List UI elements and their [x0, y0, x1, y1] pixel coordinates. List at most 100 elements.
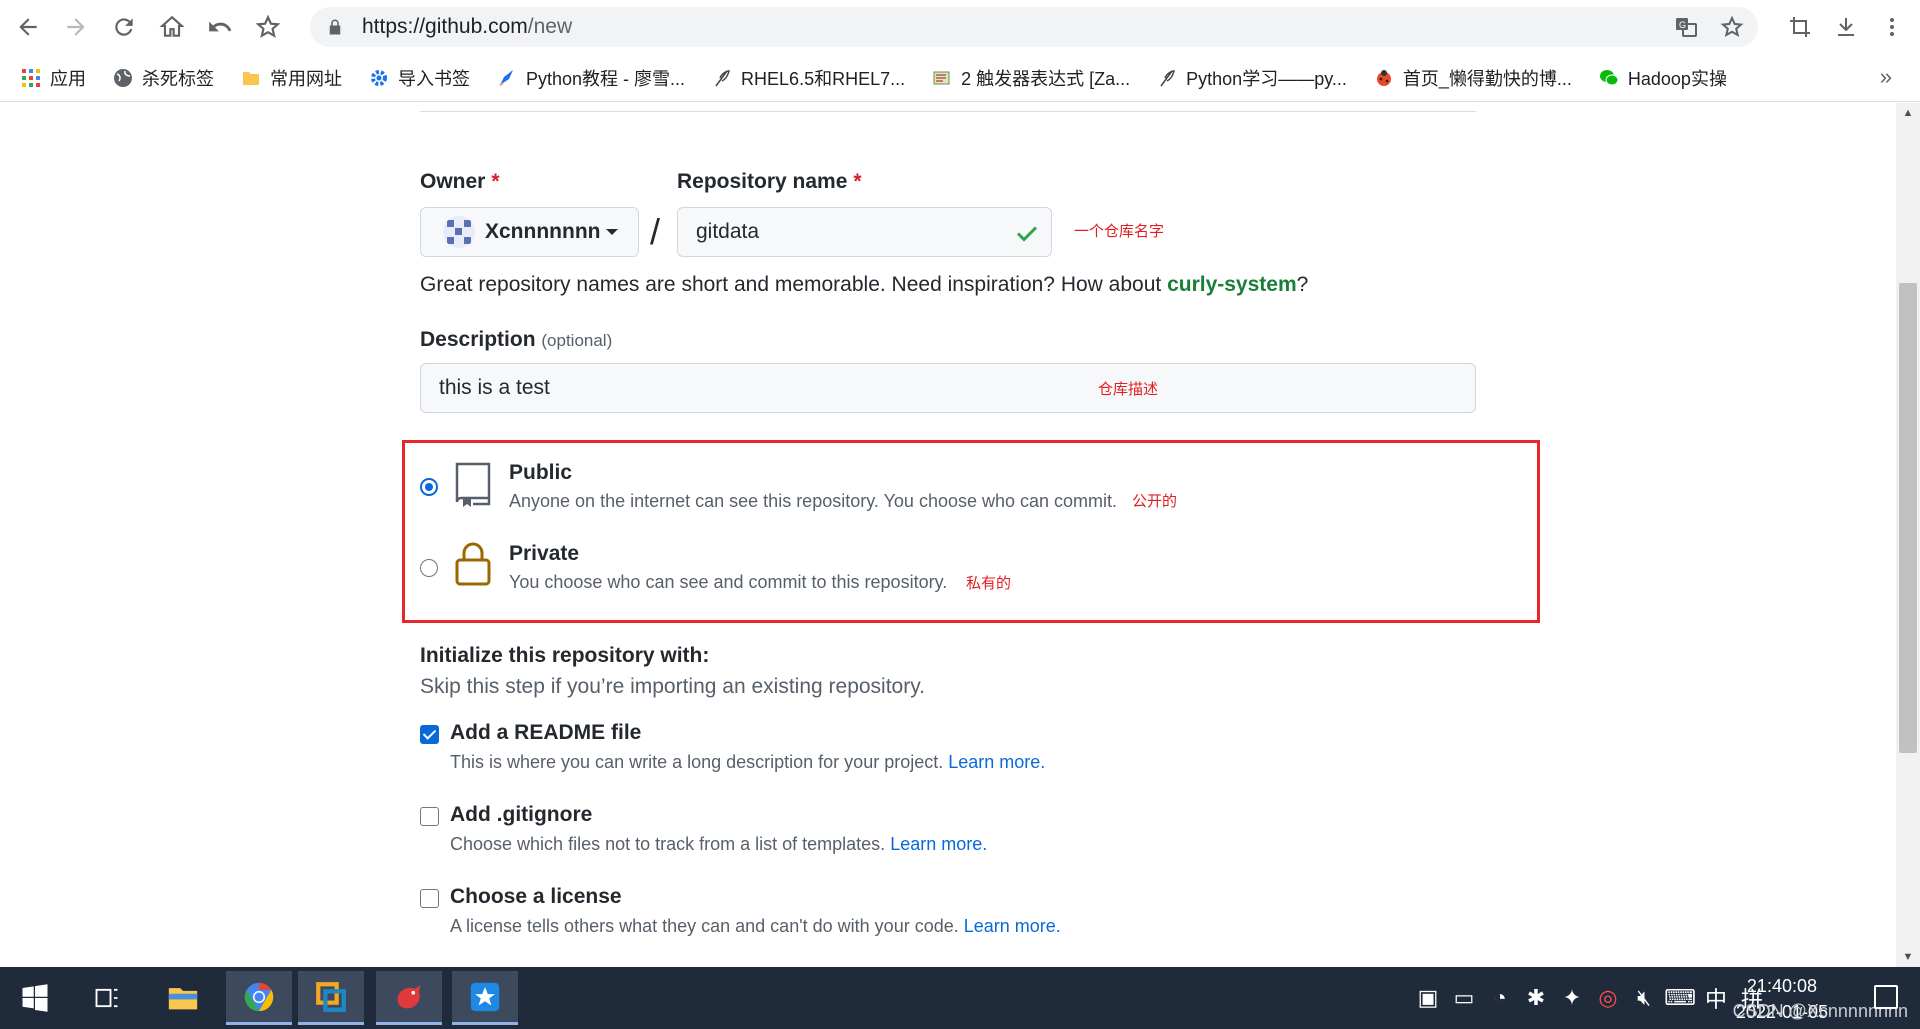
forward-button[interactable]: [56, 7, 96, 47]
annotation-private: 私有的: [966, 575, 1012, 592]
bookmark-label: 杀死标签: [142, 68, 214, 89]
weibo-icon[interactable]: ◎: [1590, 985, 1626, 1011]
bookmark-item[interactable]: 杀死标签: [112, 65, 214, 91]
repository-name-input[interactable]: gitdata: [677, 207, 1052, 257]
private-radio[interactable]: [420, 559, 438, 577]
readme-checkbox[interactable]: [420, 725, 439, 744]
app-taskbar-button[interactable]: [376, 971, 442, 1025]
url-host: https://github.com: [362, 15, 528, 38]
bookmark-label: 2 触发器表达式 [Za...: [961, 68, 1131, 89]
public-radio[interactable]: [420, 478, 438, 496]
repository-name-value: gitdata: [696, 220, 760, 243]
book-icon: [931, 67, 953, 89]
crop-button[interactable]: [1780, 7, 1820, 47]
vmware-taskbar-button[interactable]: [298, 971, 364, 1025]
tray-app-icon[interactable]: ▣: [1410, 985, 1446, 1011]
page-scrollbar[interactable]: ▲ ▼: [1896, 103, 1920, 967]
required-mark: *: [491, 170, 500, 193]
bookmark-label: Python教程 - 廖雪...: [526, 68, 686, 89]
home-icon: [159, 15, 185, 37]
license-label: Choose a license: [450, 885, 622, 908]
initialize-subtitle: Skip this step if you’re importing an ex…: [420, 675, 926, 698]
learn-more-link[interactable]: Learn more.: [948, 752, 1045, 772]
gitignore-checkbox[interactable]: [420, 807, 439, 826]
star-outline-icon: [1720, 15, 1744, 37]
feather-icon: [711, 67, 733, 89]
learn-more-link[interactable]: Learn more.: [964, 916, 1061, 936]
bookmark-folder[interactable]: 常用网址: [240, 65, 342, 91]
translate-icon: G: [1676, 18, 1697, 37]
ime-language-indicator[interactable]: 中: [1698, 982, 1734, 1014]
bookmark-item[interactable]: 首页_懒得勤快的博...: [1373, 65, 1572, 91]
reload-button[interactable]: [104, 7, 144, 47]
feather-icon: [1156, 67, 1178, 89]
menu-button[interactable]: [1872, 7, 1912, 47]
scroll-down-arrow-icon[interactable]: ▼: [1902, 951, 1914, 963]
annotation-repo-name: 一个仓库名字: [1074, 223, 1165, 240]
more-bookmarks-button[interactable]: »: [1880, 64, 1892, 90]
owner-repo-separator: /: [650, 211, 661, 252]
bookmark-item[interactable]: Python学习——py...: [1156, 65, 1347, 91]
undo-button[interactable]: [200, 7, 240, 47]
wifi-icon[interactable]: ◔: [1482, 985, 1518, 1011]
owner-dropdown[interactable]: Xcnnnnnnn: [420, 207, 639, 257]
task-view-button[interactable]: [74, 971, 140, 1025]
back-button[interactable]: [8, 7, 48, 47]
check-icon: [1016, 226, 1038, 242]
scroll-up-arrow-icon[interactable]: ▲: [1902, 107, 1914, 119]
bookmarks-bar: 应用 杀死标签 常用网址 导入书签 Python教程 - 廖雪... RHEL6…: [0, 54, 1920, 102]
clock-time: 21:40:08: [1746, 976, 1817, 996]
bookmark-item[interactable]: 导入书签: [368, 65, 470, 91]
rocket-icon: [496, 67, 518, 89]
bookmark-item[interactable]: RHEL6.5和RHEL7...: [711, 65, 905, 91]
new-repository-page: Owner * Repository name * Xcnnnnnnn / gitd…: [0, 103, 1896, 967]
downloads-button[interactable]: [1826, 7, 1866, 47]
repo-name-hint: Great repository names are short and mem…: [420, 273, 1308, 297]
required-mark: *: [853, 170, 862, 193]
tray-app-icon[interactable]: ✦: [1554, 985, 1590, 1011]
notification-center-icon[interactable]: [1874, 985, 1898, 1009]
keyboard-icon[interactable]: ⌨: [1662, 985, 1698, 1011]
bookmark-item[interactable]: Python教程 - 廖雪...: [496, 65, 685, 91]
chrome-taskbar-button[interactable]: [226, 971, 292, 1025]
translate-button[interactable]: G: [1672, 13, 1700, 41]
hint-end: ?: [1296, 273, 1309, 296]
bookmark-page-button[interactable]: [1718, 13, 1746, 41]
bookmark-star-button[interactable]: [248, 7, 288, 47]
scrollbar-thumb[interactable]: [1899, 283, 1917, 753]
home-button[interactable]: [152, 7, 192, 47]
bookmark-item[interactable]: Hadoop实操: [1598, 65, 1727, 91]
chevron-down-icon: [606, 229, 619, 235]
name-suggestion-link[interactable]: curly-system: [1167, 273, 1297, 296]
crop-icon: [1790, 17, 1810, 37]
gitignore-description: Choose which files not to track from a l…: [450, 834, 987, 855]
optional-hint: (optional): [541, 331, 613, 350]
browser-toolbar: https://github.com/new G: [0, 0, 1920, 54]
description-label: Description (optional): [420, 328, 612, 352]
bookmark-item[interactable]: 应用: [20, 65, 86, 91]
learn-more-link[interactable]: Learn more.: [890, 834, 987, 854]
globe-icon: [112, 67, 134, 89]
arrow-right-icon: [67, 18, 85, 36]
visibility-highlight-box: [402, 440, 1540, 623]
vmware-icon: [316, 981, 346, 1012]
arrow-left-icon: [19, 18, 37, 36]
description-input[interactable]: this is a test: [420, 363, 1476, 413]
lock-icon: [329, 19, 341, 35]
folder-icon: [240, 67, 262, 89]
tray-app-icon[interactable]: ✱: [1518, 985, 1554, 1011]
app-taskbar-button[interactable]: [452, 971, 518, 1025]
bookmark-label: 首页_懒得勤快的博...: [1402, 68, 1572, 89]
bookmark-item[interactable]: 2 触发器表达式 [Za...: [931, 65, 1130, 91]
battery-icon[interactable]: ▭: [1446, 985, 1482, 1011]
url-path: /new: [527, 15, 573, 38]
license-description: A license tells others what they can and…: [450, 916, 1061, 937]
volume-muted-icon[interactable]: 🔇︎: [1626, 985, 1662, 1011]
address-bar[interactable]: https://github.com/new G: [310, 7, 1758, 47]
license-checkbox[interactable]: [420, 889, 439, 908]
start-button[interactable]: [2, 971, 68, 1025]
owner-label-text: Owner: [420, 170, 486, 193]
header-divider: [420, 111, 1476, 112]
repo-name-label: Repository name *: [677, 170, 862, 194]
file-explorer-button[interactable]: [150, 971, 216, 1025]
